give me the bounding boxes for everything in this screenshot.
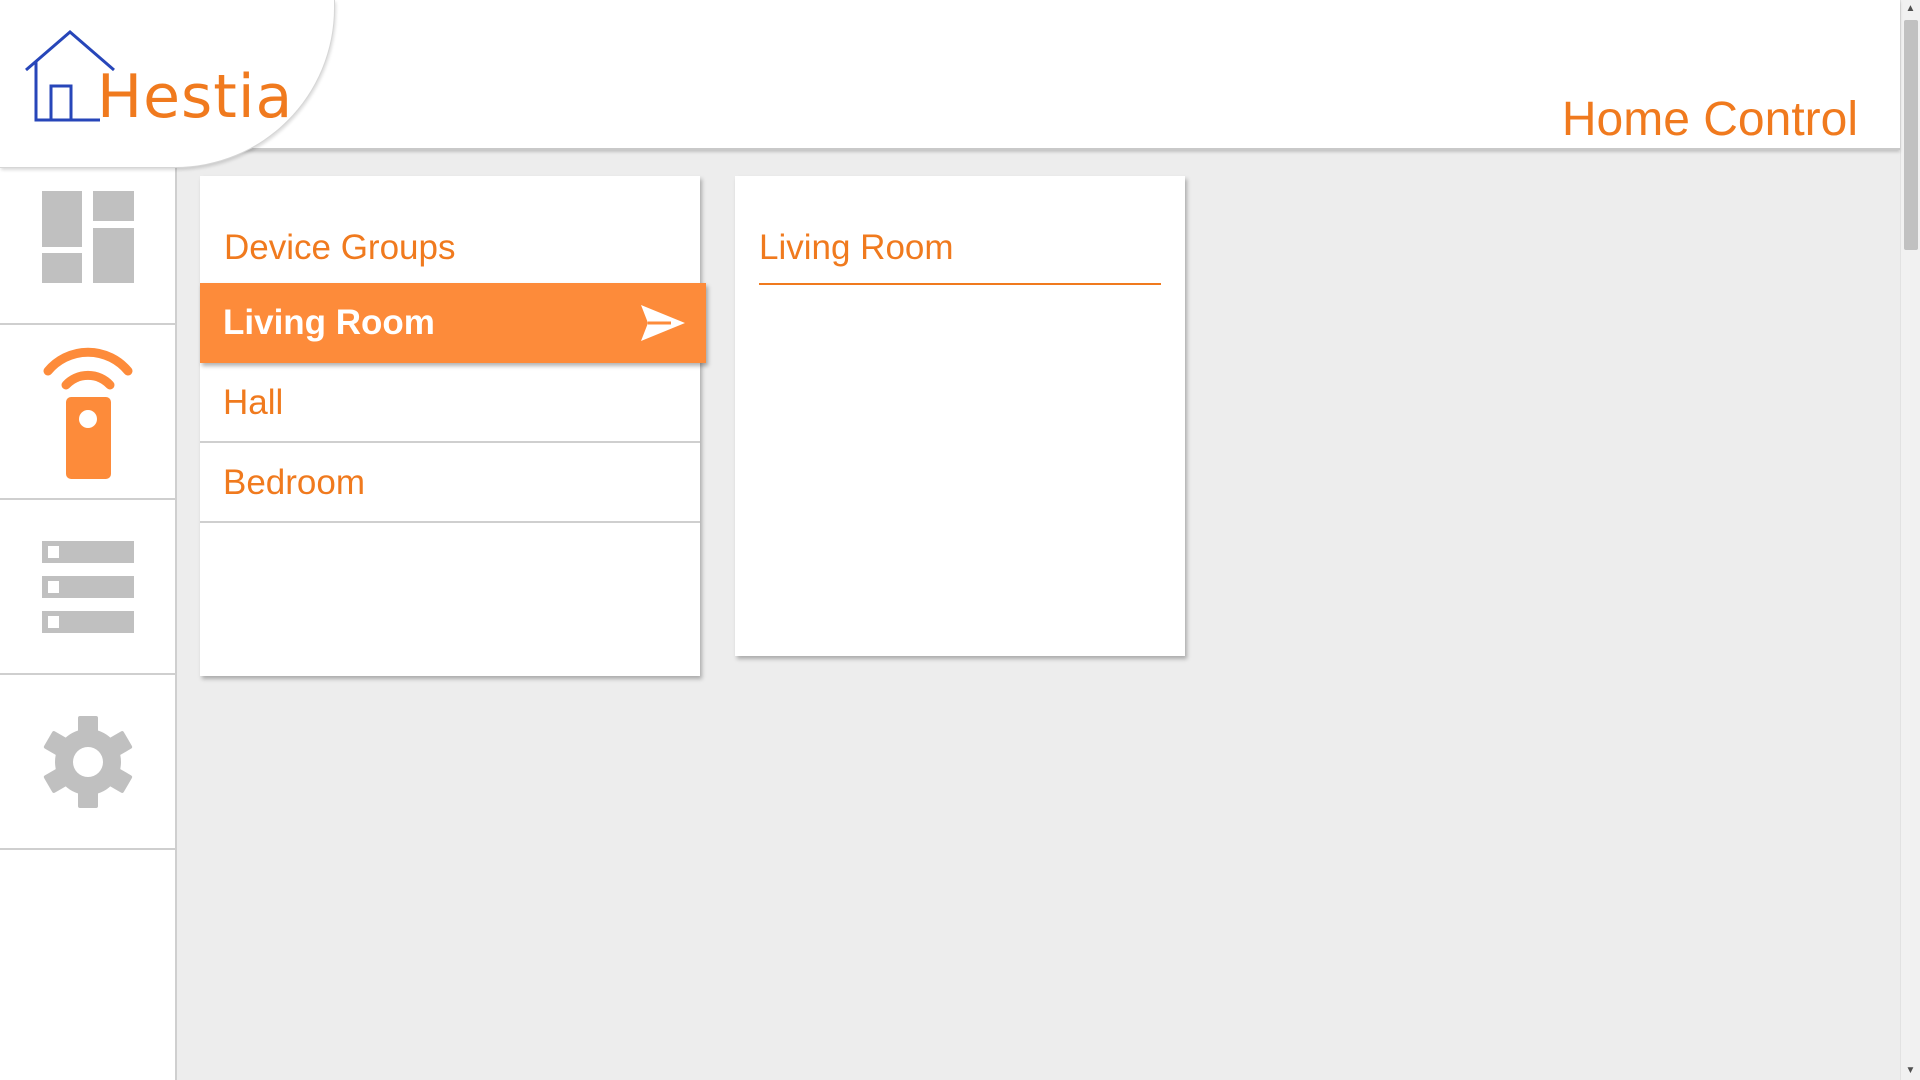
device-groups-panel: Device Groups Living Room Hall Bedroom [200, 176, 706, 676]
sidebar-item-settings[interactable] [0, 675, 175, 850]
group-item-label: Living Room [223, 303, 435, 342]
page-title: Home Control [1561, 93, 1858, 146]
group-item-bedroom[interactable]: Bedroom [200, 443, 700, 523]
group-item-living-room[interactable]: Living Room [200, 283, 706, 363]
sidebar-item-dashboard[interactable] [0, 150, 175, 325]
device-groups-title: Device Groups [224, 228, 456, 267]
sidebar-item-remote-control[interactable] [0, 325, 175, 500]
group-item-label: Hall [223, 383, 284, 422]
sidebar [0, 150, 177, 1080]
main-content: Device Groups Living Room Hall Bedroom L… [177, 150, 1900, 1080]
list-icon [41, 540, 134, 633]
scrollbar-thumb[interactable] [1904, 20, 1918, 250]
group-detail-panel: Living Room [735, 176, 1185, 656]
group-detail-title: Living Room [759, 228, 954, 267]
dashboard-icon [41, 190, 134, 283]
group-item-hall[interactable]: Hall [200, 363, 700, 443]
vertical-scrollbar[interactable]: ▲ ▼ [1900, 0, 1920, 1080]
title-divider [759, 283, 1161, 285]
sidebar-item-list[interactable] [0, 500, 175, 675]
group-item-label: Bedroom [223, 463, 366, 502]
send-icon [641, 305, 685, 341]
gear-icon [43, 715, 132, 808]
remote-control-icon [43, 347, 132, 479]
brand-name: Hestia [97, 62, 294, 132]
scroll-down-icon[interactable]: ▼ [1901, 1062, 1920, 1080]
scroll-up-icon[interactable]: ▲ [1901, 0, 1920, 18]
